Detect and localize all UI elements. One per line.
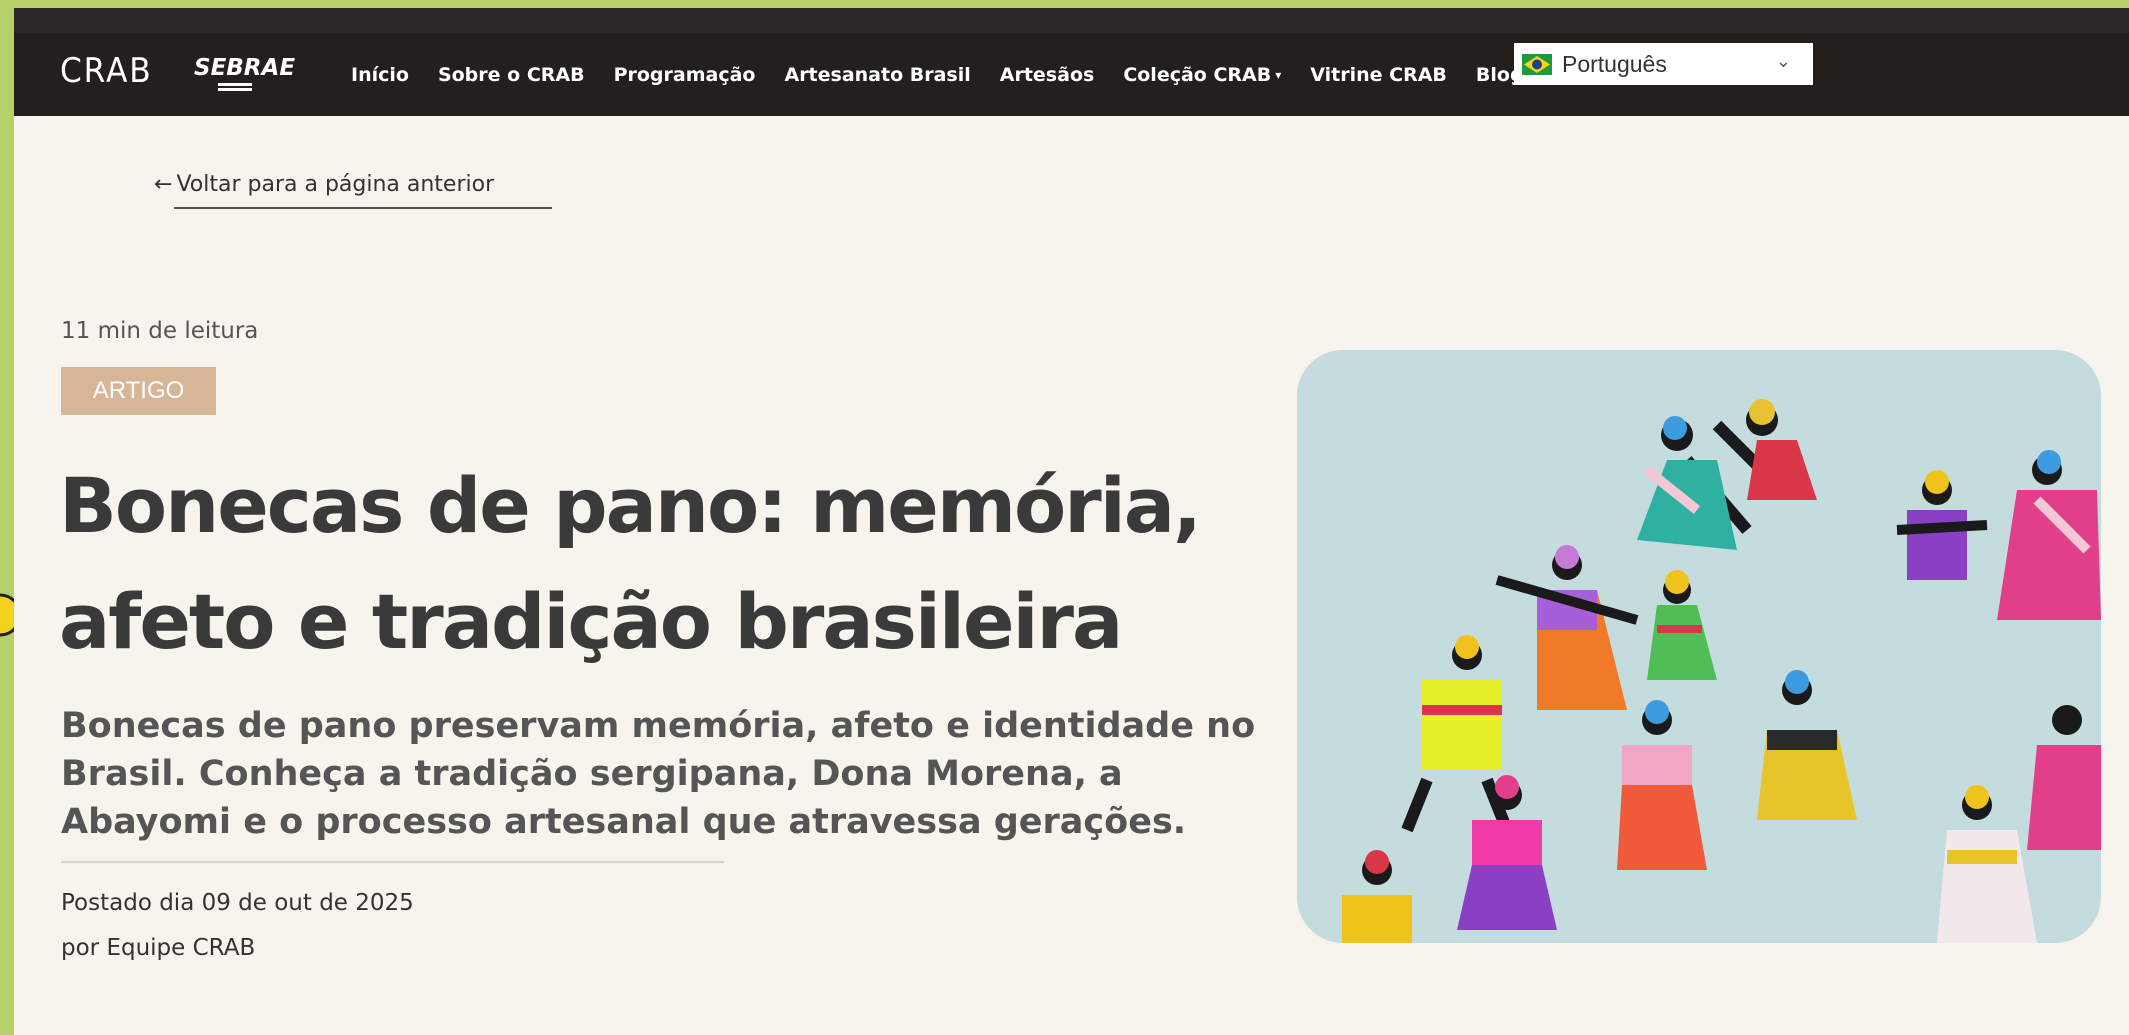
sebrae-logo-lines: [218, 83, 252, 95]
title-line-2: afeto e tradição brasileira: [59, 577, 1123, 666]
brazil-flag-icon: [1522, 53, 1552, 75]
chevron-down-icon: ⌄: [1775, 51, 1791, 71]
nav-item-colecao[interactable]: Coleção CRAB ▾: [1123, 64, 1281, 86]
category-badge: ARTIGO: [61, 367, 216, 415]
article-subtitle: Bonecas de pano preservam memória, afeto…: [61, 702, 1261, 846]
crab-logo[interactable]: CRAB: [60, 51, 153, 91]
nav-item-artesanato-brasil[interactable]: Artesanato Brasil: [784, 64, 970, 86]
language-select[interactable]: Português ⌄: [1514, 43, 1813, 85]
nav-item-programacao[interactable]: Programação: [614, 64, 756, 86]
post-author: por Equipe CRAB: [61, 935, 256, 961]
sebrae-logo[interactable]: SEBRAE: [194, 55, 295, 81]
divider: [61, 861, 724, 863]
arrow-left-icon: ←: [154, 172, 173, 197]
nav-item-sobre[interactable]: Sobre o CRAB: [438, 64, 585, 86]
nav-menu: Início Sobre o CRAB Programação Artesana…: [351, 33, 1553, 116]
browser-page: CRAB SEBRAE Início Sobre o CRAB Programa…: [14, 8, 2129, 1035]
back-link-label: Voltar para a página anterior: [176, 172, 495, 197]
subtitle-line-3: Abayomi e o processo artesanal que atrav…: [61, 802, 1187, 842]
post-date: Postado dia 09 de out de 2025: [61, 890, 414, 916]
top-strip: [14, 8, 2129, 33]
nav-item-inicio[interactable]: Início: [351, 64, 409, 86]
reading-time: 11 min de leitura: [61, 318, 259, 344]
language-label: Português: [1562, 50, 1667, 77]
caret-down-icon: ▾: [1275, 68, 1282, 82]
back-link[interactable]: ← Voltar para a página anterior: [154, 172, 494, 197]
navbar: CRAB SEBRAE Início Sobre o CRAB Programa…: [14, 33, 2129, 116]
title-line-1: Bonecas de pano: memória,: [59, 461, 1202, 550]
nav-item-artesaos[interactable]: Artesãos: [1000, 64, 1095, 86]
back-link-underline: [174, 207, 552, 209]
nav-item-vitrine[interactable]: Vitrine CRAB: [1310, 64, 1447, 86]
subtitle-line-2: Brasil. Conheça a tradição sergipana, Do…: [61, 754, 1123, 794]
nav-item-colecao-label: Coleção CRAB: [1123, 63, 1272, 86]
subtitle-line-1: Bonecas de pano preservam memória, afeto…: [61, 706, 1256, 746]
rag-dolls-illustration: [1297, 350, 2101, 943]
page-title: Bonecas de pano: memória, afeto e tradiç…: [59, 448, 1259, 680]
hero-image: [1297, 350, 2101, 943]
